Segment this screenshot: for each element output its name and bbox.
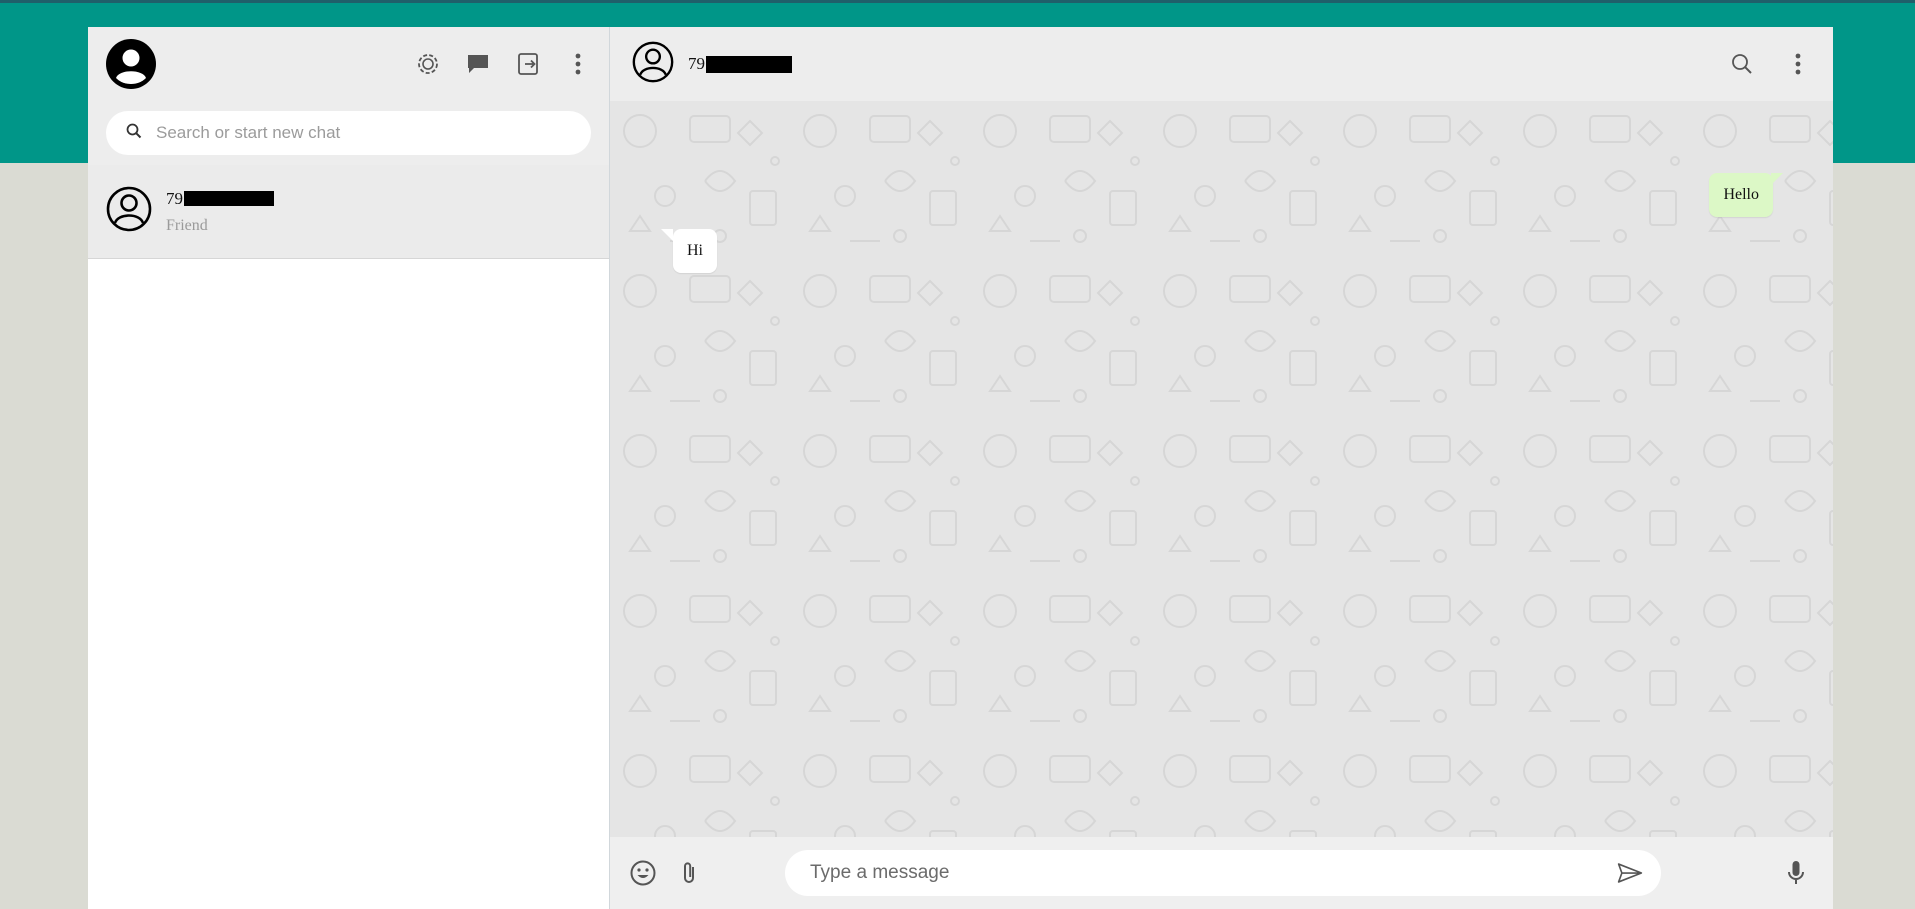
chat-wallpaper — [610, 101, 1833, 837]
search-box[interactable] — [106, 111, 591, 155]
sidebar-actions — [415, 51, 591, 77]
conversation-title: 79 — [688, 54, 792, 74]
message-composer — [610, 837, 1833, 909]
status-icon[interactable] — [415, 51, 441, 77]
message-incoming: Hi — [661, 229, 717, 273]
new-chat-icon[interactable] — [465, 51, 491, 77]
contact-avatar-icon — [632, 41, 674, 88]
message-input-box[interactable] — [785, 850, 1661, 896]
message-outgoing: Hello — [1709, 173, 1783, 217]
search-input[interactable] — [156, 123, 576, 143]
contact-avatar-icon — [106, 186, 152, 237]
chat-name-prefix: 79 — [166, 188, 183, 208]
search-icon — [126, 123, 142, 144]
emoji-icon[interactable] — [630, 860, 656, 886]
redaction-block — [184, 191, 274, 206]
conversation-actions — [1729, 51, 1811, 77]
conversation-title-prefix: 79 — [688, 54, 705, 73]
search-icon[interactable] — [1729, 51, 1755, 77]
redaction-block — [706, 55, 792, 73]
chat-status: Friend — [166, 216, 208, 234]
menu-icon[interactable] — [1785, 51, 1811, 77]
message-area[interactable]: Hello Hi — [610, 101, 1833, 837]
chat-list-item[interactable]: 79 Friend — [88, 165, 609, 259]
conversation-header: 79 — [610, 27, 1833, 101]
sidebar-header — [88, 27, 609, 101]
sidebar: 79 Friend — [88, 27, 610, 909]
conversation-contact[interactable]: 79 — [632, 41, 792, 88]
app-window: 79 Friend 79 — [88, 27, 1833, 909]
message-input[interactable] — [810, 862, 1570, 884]
mic-icon[interactable] — [1783, 860, 1809, 886]
chat-item-text: 79 Friend — [166, 189, 274, 235]
attach-icon[interactable] — [676, 860, 702, 886]
logout-icon[interactable] — [515, 51, 541, 77]
conversation-panel: 79 Hello Hi Type a message — [610, 27, 1833, 909]
user-avatar-icon[interactable] — [106, 39, 156, 89]
composer-tools — [630, 860, 785, 886]
menu-icon[interactable] — [565, 51, 591, 77]
search-bar — [88, 101, 609, 165]
chat-list-empty-area — [88, 259, 609, 909]
send-icon[interactable] — [1617, 860, 1643, 886]
chat-name: 79 — [166, 189, 274, 209]
